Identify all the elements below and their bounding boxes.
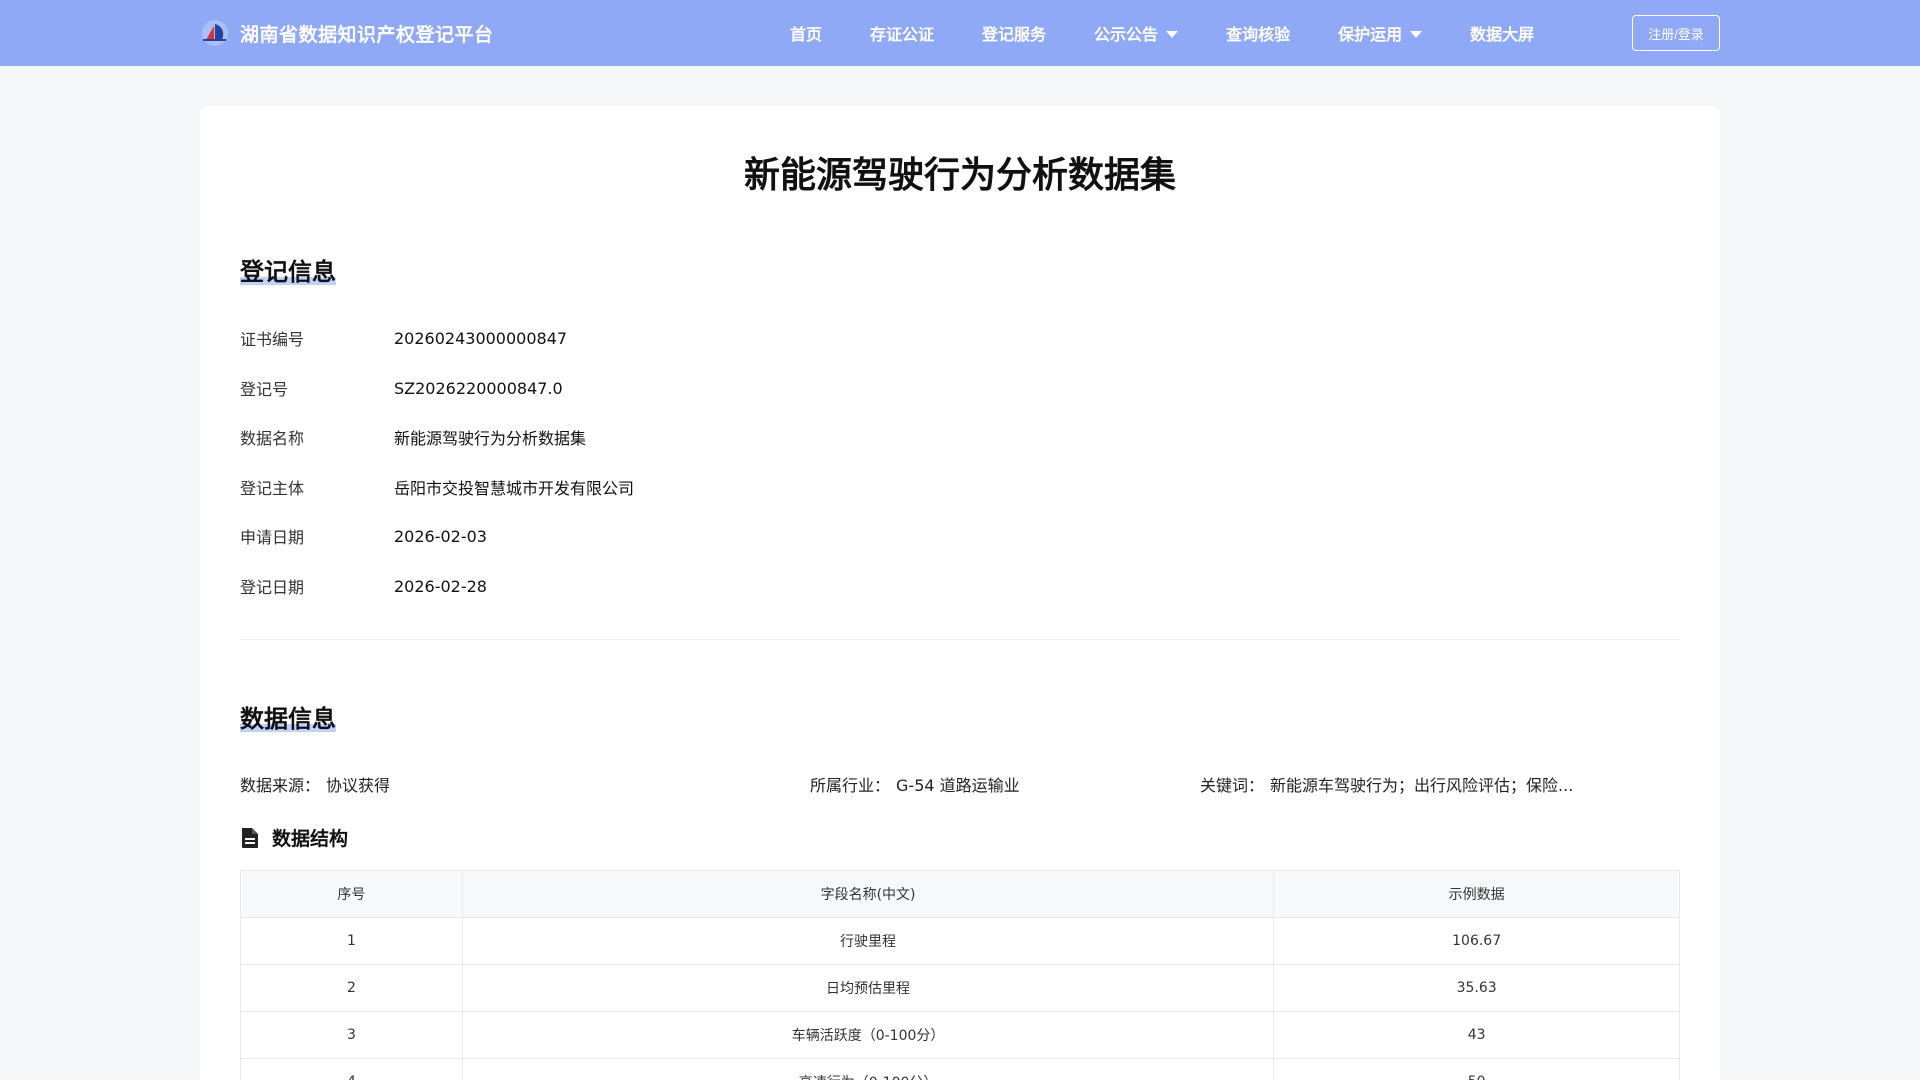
data-info-section-title: 数据信息 bbox=[240, 699, 336, 734]
nav-label: 保护运用 bbox=[1338, 25, 1403, 44]
table-row: 4 高速行为（0-100分） 50 bbox=[240, 1058, 1680, 1080]
table-cell: 高速行为（0-100分） bbox=[461, 1058, 1275, 1080]
column-header-field-name: 字段名称(中文) bbox=[461, 870, 1275, 918]
table-cell: 50 bbox=[1273, 1058, 1680, 1080]
info-label: 登记日期 bbox=[240, 578, 305, 597]
section-title-text: 登记信息 bbox=[240, 258, 336, 286]
industry-label: 所属行业： bbox=[810, 776, 891, 795]
table-row: 1 行驶里程 106.67 bbox=[240, 917, 1680, 965]
table-cell: 日均预估里程 bbox=[461, 964, 1275, 1012]
register-login-button[interactable]: 注册/登录 bbox=[1632, 15, 1720, 51]
nav-label: 公示公告 bbox=[1094, 25, 1159, 44]
table-row: 2 日均预估里程 35.63 bbox=[240, 964, 1680, 1012]
info-row-certificate-no: 证书编号 20260243000000847 bbox=[240, 326, 567, 350]
nav-item-data-screen[interactable]: 数据大屏 bbox=[1470, 21, 1534, 45]
table-cell: 35.63 bbox=[1273, 964, 1680, 1012]
info-value: 岳阳市交投智慧城市开发有限公司 bbox=[394, 479, 635, 498]
nav-label: 数据大屏 bbox=[1470, 25, 1535, 44]
keywords: 关键词： 新能源车驾驶行为；出行风险评估；保险... bbox=[1200, 772, 1573, 796]
keywords-label: 关键词： bbox=[1200, 776, 1265, 795]
column-header-index: 序号 bbox=[240, 870, 463, 918]
table-cell: 106.67 bbox=[1273, 917, 1680, 965]
info-value: SZ2026220000847.0 bbox=[394, 378, 563, 398]
info-row-data-name: 数据名称 新能源驾驶行为分析数据集 bbox=[240, 425, 586, 449]
info-label: 数据名称 bbox=[240, 429, 305, 448]
info-value: 2026-02-28 bbox=[394, 576, 487, 596]
nav-item-registration-service[interactable]: 登记服务 bbox=[982, 21, 1046, 45]
table-cell: 43 bbox=[1273, 1011, 1680, 1059]
table-row: 3 车辆活跃度（0-100分） 43 bbox=[240, 1011, 1680, 1059]
info-label: 证书编号 bbox=[240, 330, 305, 349]
main-nav: 首页 存证公证 登记服务 公示公告 查询核验 保护运用 数据大屏 bbox=[790, 0, 1582, 66]
table-cell: 车辆活跃度（0-100分） bbox=[461, 1011, 1275, 1059]
chevron-down-icon bbox=[1166, 30, 1179, 38]
nav-item-announcements[interactable]: 公示公告 bbox=[1094, 21, 1179, 45]
nav-item-notarization[interactable]: 存证公证 bbox=[870, 21, 934, 45]
top-navbar: 湖南省数据知识产权登记平台 首页 存证公证 登记服务 公示公告 查询核验 保护运… bbox=[0, 0, 1920, 66]
info-label: 申请日期 bbox=[240, 528, 305, 547]
info-value: 20260243000000847 bbox=[394, 328, 568, 348]
nav-item-query-verify[interactable]: 查询核验 bbox=[1226, 21, 1290, 45]
brand-title: 湖南省数据知识产权登记平台 bbox=[240, 23, 494, 46]
nav-label: 查询核验 bbox=[1226, 25, 1291, 44]
info-value: 新能源驾驶行为分析数据集 bbox=[394, 429, 587, 448]
nav-label: 首页 bbox=[790, 25, 823, 44]
registration-section-title: 登记信息 bbox=[240, 252, 336, 287]
data-source: 数据来源： 协议获得 bbox=[240, 772, 390, 796]
document-icon bbox=[242, 827, 258, 848]
keywords-value: 新能源车驾驶行为；出行风险评估；保险... bbox=[1270, 776, 1574, 795]
chevron-down-icon bbox=[1410, 30, 1423, 38]
info-row-registrant: 登记主体 岳阳市交投智慧城市开发有限公司 bbox=[240, 475, 634, 499]
nav-label: 存证公证 bbox=[870, 25, 935, 44]
info-value: 2026-02-03 bbox=[394, 526, 487, 546]
detail-card: 新能源驾驶行为分析数据集 登记信息 证书编号 20260243000000847… bbox=[200, 106, 1720, 1080]
column-header-sample: 示例数据 bbox=[1273, 870, 1680, 918]
nav-label: 登记服务 bbox=[982, 25, 1047, 44]
page-title: 新能源驾驶行为分析数据集 bbox=[743, 155, 1176, 196]
data-structure-table: 序号 字段名称(中文) 示例数据 1 行驶里程 106.67 2 日均预估里程 … bbox=[240, 870, 1680, 1080]
table-cell: 1 bbox=[240, 917, 463, 965]
data-source-value: 协议获得 bbox=[326, 776, 391, 795]
nav-item-protection-use[interactable]: 保护运用 bbox=[1338, 21, 1423, 45]
industry: 所属行业： G-54 道路运输业 bbox=[810, 772, 1020, 796]
data-source-label: 数据来源： bbox=[240, 776, 321, 795]
data-structure-title-text: 数据结构 bbox=[272, 828, 349, 850]
section-divider bbox=[240, 639, 1680, 640]
info-label: 登记号 bbox=[240, 380, 289, 399]
table-cell: 4 bbox=[240, 1058, 463, 1080]
brand[interactable]: 湖南省数据知识产权登记平台 bbox=[200, 0, 494, 66]
table-cell: 行驶里程 bbox=[461, 917, 1275, 965]
info-row-registration-no: 登记号 SZ2026220000847.0 bbox=[240, 376, 563, 400]
info-row-application-date: 申请日期 2026-02-03 bbox=[240, 524, 487, 548]
platform-logo-icon bbox=[202, 20, 228, 46]
data-structure-title: 数据结构 bbox=[240, 824, 348, 851]
table-cell: 3 bbox=[240, 1011, 463, 1059]
table-cell: 2 bbox=[240, 964, 463, 1012]
nav-item-home[interactable]: 首页 bbox=[790, 21, 822, 45]
section-title-text: 数据信息 bbox=[240, 705, 336, 733]
info-row-registration-date: 登记日期 2026-02-28 bbox=[240, 574, 487, 598]
table-header-row: 序号 字段名称(中文) 示例数据 bbox=[240, 870, 1680, 918]
industry-value: G-54 道路运输业 bbox=[896, 776, 1020, 795]
info-label: 登记主体 bbox=[240, 479, 305, 498]
